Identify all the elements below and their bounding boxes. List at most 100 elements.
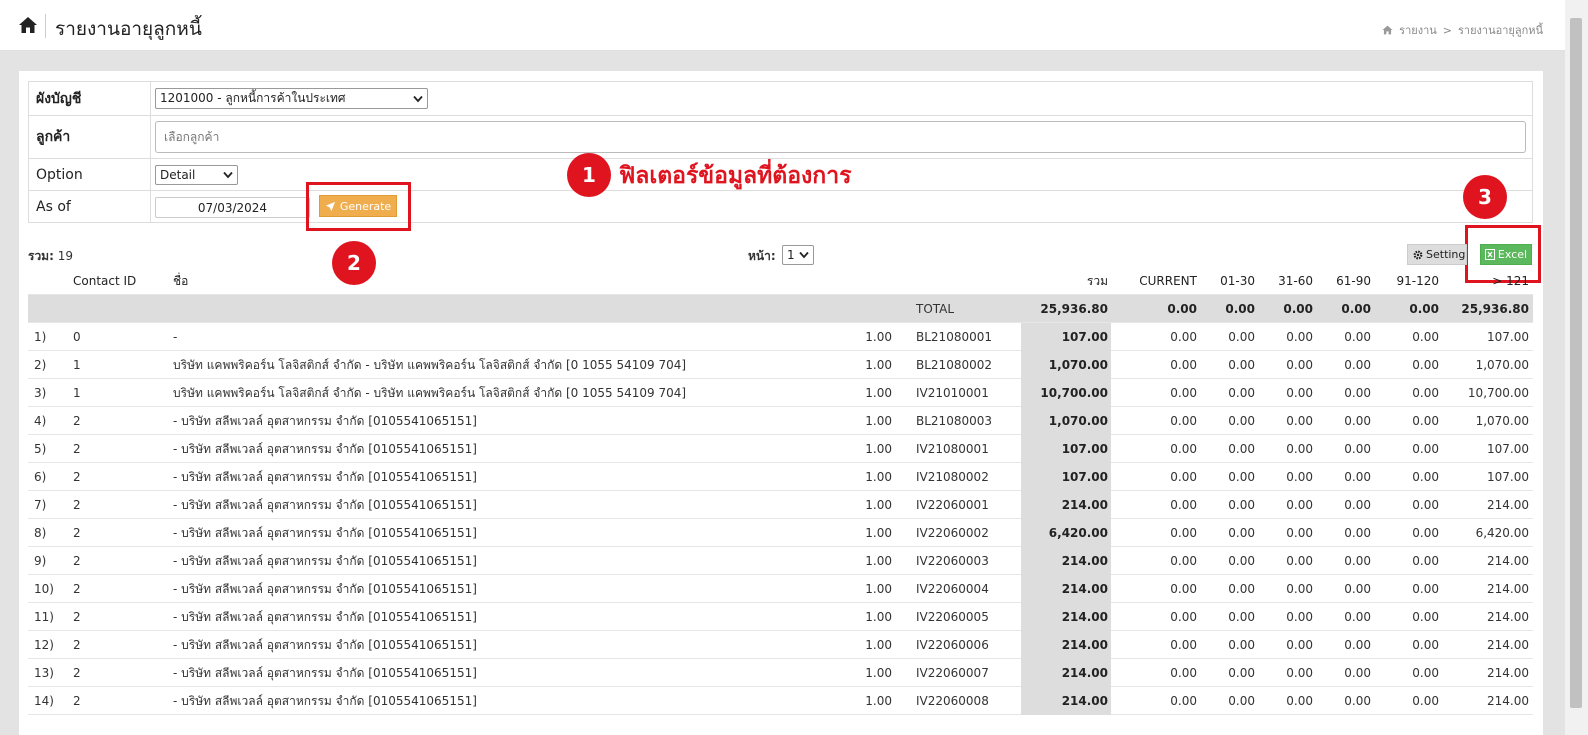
row-document-no[interactable]: IV22060008 bbox=[916, 687, 989, 715]
row-sum: 214.00 bbox=[1061, 666, 1108, 680]
row-01-30: 0.00 bbox=[1228, 526, 1255, 540]
vertical-scrollbar[interactable] bbox=[1565, 0, 1588, 735]
row-contact-id: 0 bbox=[73, 330, 81, 344]
row-name: บริษัท แคพพริคอร์น โลจิสติกส์ จำกัด - บร… bbox=[173, 358, 687, 372]
excel-export-button[interactable]: Excel bbox=[1480, 244, 1532, 265]
col-header-91-120[interactable]: 91-120 bbox=[1396, 267, 1439, 295]
chevron-down-icon bbox=[799, 251, 809, 259]
scrollbar-thumb[interactable] bbox=[1570, 18, 1582, 708]
row-current: 0.00 bbox=[1170, 414, 1197, 428]
row-name: - บริษัท สลีพเวลล์ อุตสาหกรรม จำกัด [010… bbox=[173, 470, 477, 484]
row-over-121: 1,070.00 bbox=[1475, 358, 1529, 372]
row-document-no[interactable]: BL21080003 bbox=[916, 407, 992, 435]
row-document-no[interactable]: IV22060003 bbox=[916, 547, 989, 575]
row-document-no[interactable]: IV22060007 bbox=[916, 659, 989, 687]
row-31-60: 0.00 bbox=[1286, 582, 1313, 596]
row-number: 13) bbox=[34, 666, 54, 680]
table-row[interactable]: 3) 1 บริษัท แคพพริคอร์น โลจิสติกส์ จำกัด -… bbox=[28, 379, 1533, 407]
row-number: 5) bbox=[34, 442, 47, 456]
row-document-no[interactable]: IV22060005 bbox=[916, 603, 989, 631]
row-contact-id: 1 bbox=[73, 386, 81, 400]
row-rate: 1.00 bbox=[865, 582, 892, 596]
col-header-01-30[interactable]: 01-30 bbox=[1220, 267, 1255, 295]
row-contact-id: 2 bbox=[73, 526, 81, 540]
row-31-60: 0.00 bbox=[1286, 470, 1313, 484]
total-31-60: 0.00 bbox=[1283, 302, 1313, 316]
col-header-contact-id[interactable]: Contact ID bbox=[73, 267, 136, 295]
table-row[interactable]: 4) 2 - บริษัท สลีพเวลล์ อุตสาหกรรม จำกัด [… bbox=[28, 407, 1533, 435]
row-31-60: 0.00 bbox=[1286, 610, 1313, 624]
row-document-no[interactable]: IV21080001 bbox=[916, 435, 989, 463]
col-header-31-60[interactable]: 31-60 bbox=[1278, 267, 1313, 295]
table-row[interactable]: 13) 2 - บริษัท สลีพเวลล์ อุตสาหกรรม จำกัด … bbox=[28, 659, 1533, 687]
setting-button[interactable]: Setting bbox=[1407, 244, 1467, 265]
col-header-name[interactable]: ชื่อ bbox=[173, 267, 188, 295]
row-name: - บริษัท สลีพเวลล์ อุตสาหกรรม จำกัด [010… bbox=[173, 638, 477, 652]
account-select[interactable]: 1201000 - ลูกหนี้การค้าในประเทศ bbox=[155, 88, 428, 109]
customer-input[interactable]: เลือกลูกค้า bbox=[155, 121, 1526, 153]
row-61-90: 0.00 bbox=[1344, 694, 1371, 708]
col-header-current[interactable]: CURRENT bbox=[1139, 267, 1197, 295]
row-61-90: 0.00 bbox=[1344, 470, 1371, 484]
row-01-30: 0.00 bbox=[1228, 666, 1255, 680]
table-row[interactable]: 7) 2 - บริษัท สลีพเวลล์ อุตสาหกรรม จำกัด [… bbox=[28, 491, 1533, 519]
row-document-no[interactable]: IV22060004 bbox=[916, 575, 989, 603]
excel-file-icon bbox=[1484, 249, 1495, 260]
row-contact-id: 2 bbox=[73, 442, 81, 456]
row-document-no[interactable]: IV22060006 bbox=[916, 631, 989, 659]
filter-row-customer: ลูกค้า เลือกลูกค้า bbox=[28, 115, 1533, 158]
row-number: 4) bbox=[34, 414, 47, 428]
row-01-30: 0.00 bbox=[1228, 554, 1255, 568]
row-over-121: 214.00 bbox=[1487, 638, 1529, 652]
page-select[interactable]: 1 bbox=[782, 245, 814, 265]
breadcrumb-home-icon[interactable] bbox=[1382, 25, 1393, 35]
row-document-no[interactable]: BL21080001 bbox=[916, 323, 992, 351]
table-row[interactable]: 10) 2 - บริษัท สลีพเวลล์ อุตสาหกรรม จำกัด … bbox=[28, 575, 1533, 603]
row-91-120: 0.00 bbox=[1412, 470, 1439, 484]
row-number: 1) bbox=[34, 330, 47, 344]
table-row[interactable]: 9) 2 - บริษัท สลีพเวลล์ อุตสาหกรรม จำกัด [… bbox=[28, 547, 1533, 575]
option-label: Option bbox=[29, 159, 151, 190]
row-document-no[interactable]: IV21080002 bbox=[916, 463, 989, 491]
col-header-over-121[interactable]: > 121 bbox=[1492, 267, 1529, 295]
annotation-badge-3: 3 bbox=[1463, 175, 1507, 219]
table-row[interactable]: 11) 2 - บริษัท สลีพเวลล์ อุตสาหกรรม จำกัด … bbox=[28, 603, 1533, 631]
row-over-121: 107.00 bbox=[1487, 442, 1529, 456]
table-row[interactable]: 14) 2 - บริษัท สลีพเวลล์ อุตสาหกรรม จำกัด … bbox=[28, 687, 1533, 715]
home-icon[interactable] bbox=[18, 16, 38, 34]
total-01-30: 0.00 bbox=[1225, 302, 1255, 316]
row-document-no[interactable]: IV22060001 bbox=[916, 491, 989, 519]
asof-date-input[interactable]: 07/03/2024 bbox=[155, 197, 310, 218]
row-61-90: 0.00 bbox=[1344, 442, 1371, 456]
row-91-120: 0.00 bbox=[1412, 582, 1439, 596]
col-header-61-90[interactable]: 61-90 bbox=[1336, 267, 1371, 295]
breadcrumb-item-report[interactable]: รายงาน bbox=[1399, 21, 1437, 39]
row-current: 0.00 bbox=[1170, 470, 1197, 484]
total-61-90: 0.00 bbox=[1341, 302, 1371, 316]
row-rate: 1.00 bbox=[865, 330, 892, 344]
row-document-no[interactable]: IV21010001 bbox=[916, 379, 989, 407]
row-over-121: 107.00 bbox=[1487, 470, 1529, 484]
row-document-no[interactable]: BL21080002 bbox=[916, 351, 992, 379]
row-current: 0.00 bbox=[1170, 386, 1197, 400]
row-document-no[interactable]: IV22060002 bbox=[916, 519, 989, 547]
table-row[interactable]: 8) 2 - บริษัท สลีพเวลล์ อุตสาหกรรม จำกัด [… bbox=[28, 519, 1533, 547]
table-row[interactable]: 6) 2 - บริษัท สลีพเวลล์ อุตสาหกรรม จำกัด [… bbox=[28, 463, 1533, 491]
chevron-down-icon bbox=[223, 171, 233, 179]
col-header-sum[interactable]: รวม bbox=[1087, 267, 1108, 295]
row-rate: 1.00 bbox=[865, 498, 892, 512]
row-31-60: 0.00 bbox=[1286, 386, 1313, 400]
row-rate: 1.00 bbox=[865, 386, 892, 400]
row-91-120: 0.00 bbox=[1412, 330, 1439, 344]
option-select[interactable]: Detail bbox=[155, 165, 238, 185]
table-row[interactable]: 2) 1 บริษัท แคพพริคอร์น โลจิสติกส์ จำกัด -… bbox=[28, 351, 1533, 379]
table-row[interactable]: 1) 0 - 1.00 BL21080001 107.00 0.00 0.00 0.00 0.00… bbox=[28, 323, 1533, 351]
row-91-120: 0.00 bbox=[1412, 610, 1439, 624]
table-row[interactable]: 12) 2 - บริษัท สลีพเวลล์ อุตสาหกรรม จำกัด … bbox=[28, 631, 1533, 659]
row-91-120: 0.00 bbox=[1412, 498, 1439, 512]
row-name: - บริษัท สลีพเวลล์ อุตสาหกรรม จำกัด [010… bbox=[173, 498, 477, 512]
row-number: 9) bbox=[34, 554, 47, 568]
table-row[interactable]: 5) 2 - บริษัท สลีพเวลล์ อุตสาหกรรม จำกัด [… bbox=[28, 435, 1533, 463]
row-number: 12) bbox=[34, 638, 54, 652]
total-current: 0.00 bbox=[1167, 302, 1197, 316]
